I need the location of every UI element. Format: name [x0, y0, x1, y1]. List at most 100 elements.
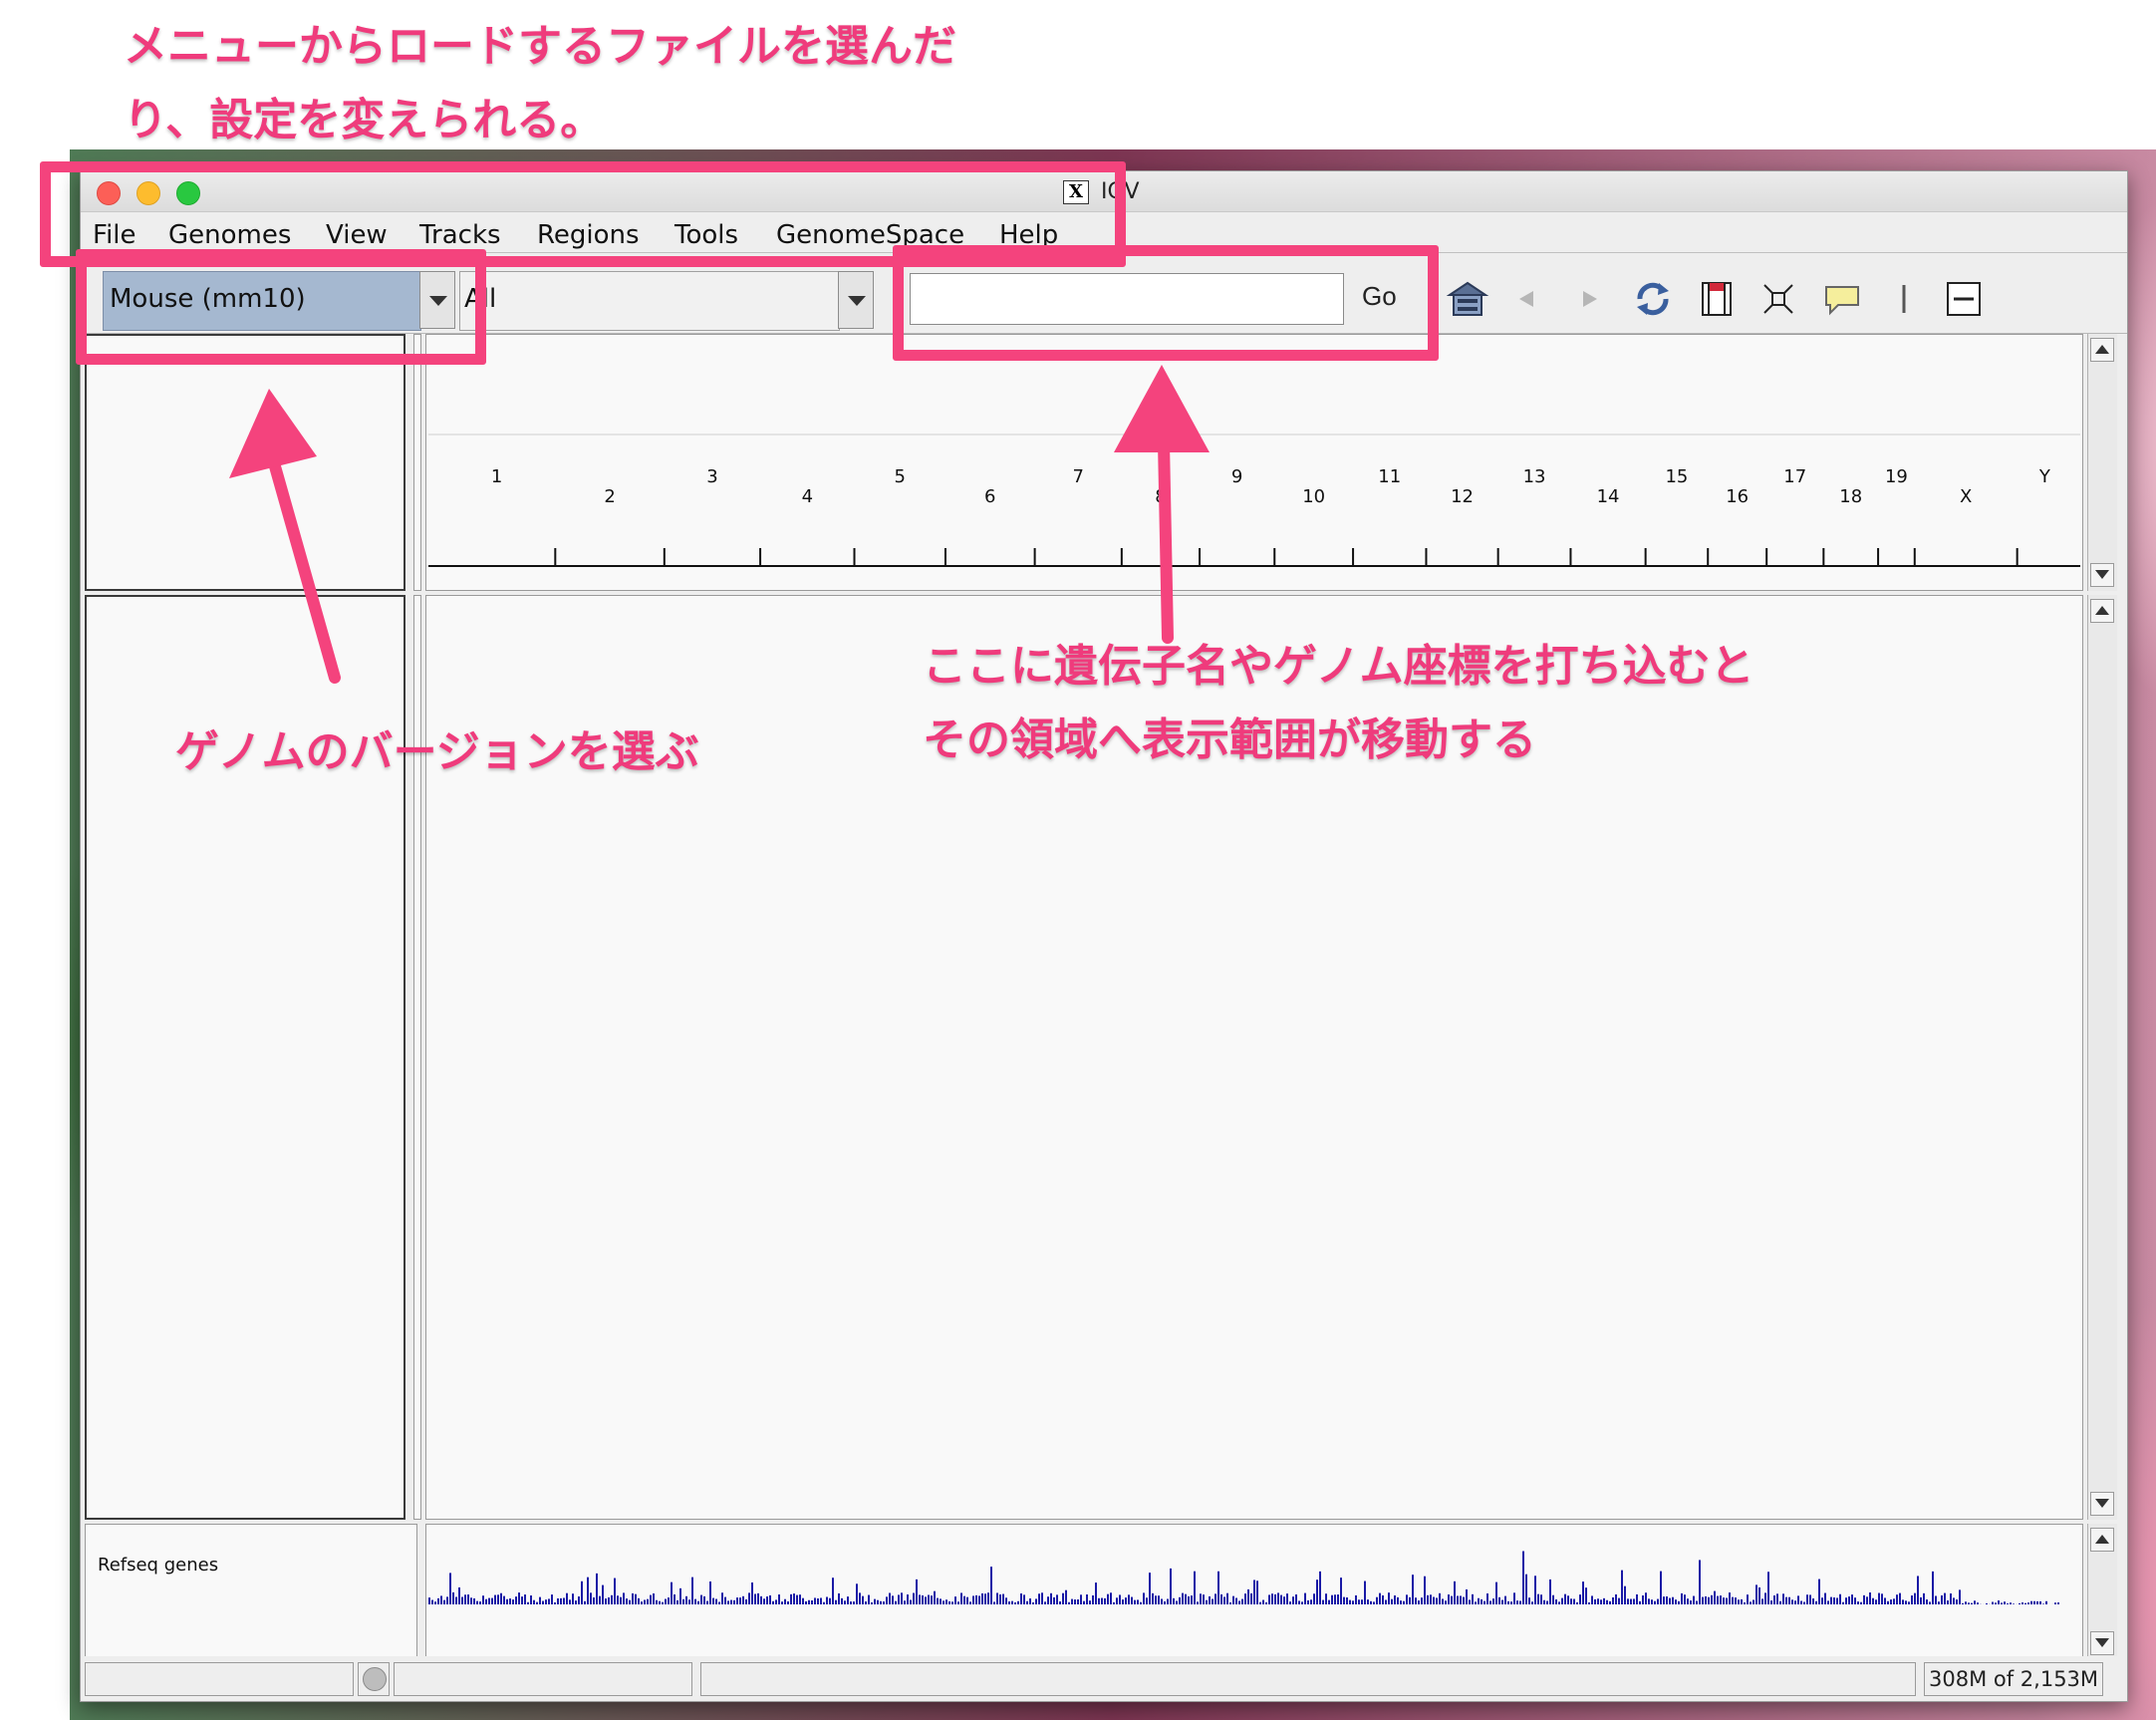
chromosome-label[interactable]: 1	[491, 466, 502, 487]
gene-density-bar	[778, 1594, 780, 1604]
scroll-up-button[interactable]	[2090, 1528, 2114, 1552]
feature-scrollbar[interactable]	[2087, 1524, 2117, 1659]
gene-density-bar	[1475, 1601, 1477, 1604]
gene-density-bar	[581, 1580, 583, 1604]
gene-density-bar	[533, 1599, 535, 1604]
chromosome-label[interactable]: 12	[1451, 486, 1474, 507]
gene-density-bar	[951, 1601, 953, 1604]
chromosome-label[interactable]: 5	[895, 466, 906, 487]
chromosome-label[interactable]: 2	[604, 486, 615, 507]
chromosome-label[interactable]: 18	[1839, 486, 1862, 507]
gene-density-bar	[1256, 1580, 1258, 1604]
gene-density-bar	[1714, 1590, 1716, 1604]
gene-density-bar	[748, 1592, 750, 1604]
chevron-up-icon	[2095, 345, 2109, 354]
chromosome-label[interactable]: Y	[2038, 466, 2051, 487]
gene-density-bar	[978, 1595, 980, 1604]
gene-density-bar	[1197, 1601, 1199, 1604]
zoom-out-icon[interactable]	[1942, 277, 1986, 321]
gene-density-bar	[473, 1597, 475, 1604]
gene-density-bar	[736, 1597, 738, 1604]
gene-density-bar	[1627, 1598, 1629, 1604]
gene-density-bar	[1818, 1578, 1820, 1604]
scroll-down-button[interactable]	[2090, 1492, 2114, 1516]
scroll-up-button[interactable]	[2090, 599, 2114, 623]
chromosome-label[interactable]: 16	[1726, 486, 1749, 507]
gene-density-bar	[685, 1595, 687, 1604]
gene-density-bar	[1504, 1595, 1506, 1604]
chromosome-label[interactable]: 10	[1302, 486, 1325, 507]
home-icon[interactable]	[1446, 277, 1489, 321]
popup-text-icon[interactable]	[1820, 277, 1864, 321]
gene-density-bar	[1699, 1560, 1701, 1604]
chromosome-label[interactable]: 13	[1523, 466, 1546, 487]
gene-density-bar	[1217, 1571, 1219, 1604]
chromosome-label[interactable]: 8	[1155, 486, 1166, 507]
scroll-down-button[interactable]	[2090, 563, 2114, 587]
gene-density-bar	[1403, 1600, 1405, 1604]
chevron-down-icon	[848, 296, 866, 306]
gene-density-bar	[1902, 1599, 1904, 1604]
chromosome-label[interactable]: 17	[1783, 466, 1806, 487]
gene-density-bar	[1938, 1601, 1940, 1604]
gene-density-bar	[1654, 1600, 1656, 1604]
gene-density-bar	[865, 1601, 867, 1604]
data-scrollbar[interactable]	[2087, 595, 2117, 1520]
gene-density-bar	[757, 1592, 759, 1604]
chromosome-label[interactable]: X	[1960, 486, 1972, 507]
gene-density-bar	[1188, 1595, 1190, 1604]
gene-density-bar	[1146, 1597, 1148, 1604]
gene-density-bar	[931, 1595, 933, 1604]
forward-arrow-icon[interactable]	[1567, 277, 1611, 321]
back-arrow-icon[interactable]	[1505, 277, 1549, 321]
gene-density-bar	[1800, 1600, 1802, 1604]
menu-annotation-line2: り、設定を変えられる。	[124, 95, 605, 145]
gene-density-bar	[1200, 1593, 1202, 1604]
chromosome-ruler: 12345678910111213141516171819XY	[428, 433, 2080, 567]
gene-density-bar	[1738, 1599, 1740, 1604]
gene-density-bar	[1543, 1599, 1545, 1604]
gene-density-bar	[1717, 1595, 1719, 1604]
gene-density-bar	[1651, 1599, 1653, 1604]
gene-density-bar	[1534, 1576, 1536, 1604]
gene-density-bar	[458, 1586, 460, 1604]
gene-density-bar	[877, 1599, 879, 1604]
gene-density-bar	[945, 1599, 947, 1604]
gene-density-bar	[847, 1596, 849, 1604]
chromosome-label[interactable]: 7	[1072, 466, 1083, 487]
gene-density-bar	[901, 1592, 903, 1604]
gene-density-bar	[1920, 1596, 1922, 1604]
gene-density-bar	[1812, 1598, 1814, 1604]
chromosome-label[interactable]: 15	[1665, 466, 1688, 487]
gene-density-bar	[1176, 1600, 1178, 1604]
gene-density-bar	[1328, 1599, 1330, 1604]
region-of-interest-icon[interactable]	[1695, 277, 1739, 321]
gene-density-bar	[1558, 1601, 1560, 1604]
scroll-up-button[interactable]	[2090, 338, 2114, 362]
chromosome-label[interactable]: 6	[984, 486, 995, 507]
chromosome-label[interactable]: 4	[802, 486, 813, 507]
scroll-down-button[interactable]	[2090, 1631, 2114, 1655]
gene-density-bar	[1618, 1597, 1620, 1604]
gene-density-bar	[1056, 1594, 1058, 1604]
chromosome-label[interactable]: 19	[1885, 466, 1908, 487]
gene-density-bar	[1427, 1594, 1429, 1604]
gene-density-bar	[1232, 1595, 1234, 1604]
gene-density-bar	[1681, 1592, 1683, 1604]
chromosome-label[interactable]: 3	[706, 466, 717, 487]
chromosome-label[interactable]: 9	[1231, 466, 1242, 487]
fit-to-window-icon[interactable]	[1756, 277, 1800, 321]
gene-density-bar	[1866, 1596, 1868, 1604]
gene-density-bar	[1325, 1593, 1327, 1604]
header-scrollbar[interactable]	[2087, 334, 2117, 591]
gene-density-bar	[799, 1594, 801, 1604]
chromosome-label[interactable]: 11	[1378, 466, 1401, 487]
chromosome-dropdown-arrow[interactable]	[838, 271, 874, 329]
chromosome-dropdown[interactable]: All	[459, 271, 840, 331]
gene-density-bar	[1929, 1601, 1931, 1604]
chromosome-label[interactable]: 14	[1597, 486, 1620, 507]
gene-density-bar	[772, 1600, 774, 1604]
gene-density-bar	[1394, 1595, 1396, 1604]
gene-density-bar	[1140, 1601, 1142, 1604]
refresh-icon[interactable]	[1631, 277, 1675, 321]
